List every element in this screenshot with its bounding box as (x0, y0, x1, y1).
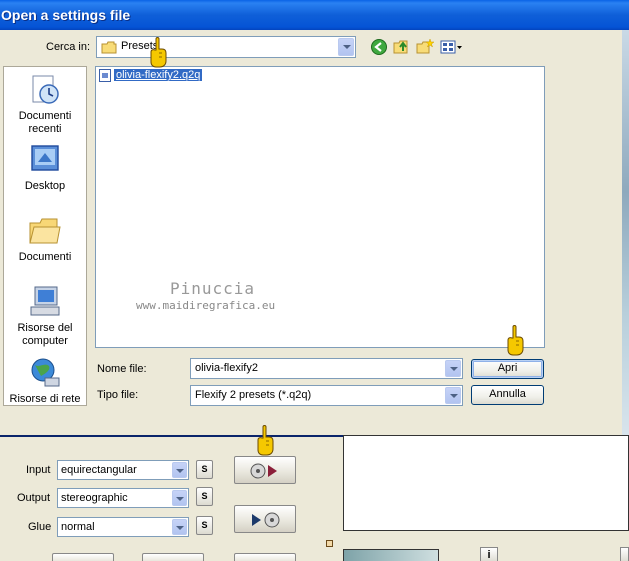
place-recent-documents[interactable]: Documenti recenti (4, 73, 86, 136)
glue-s-button[interactable]: S (196, 516, 213, 535)
partial-button-3[interactable] (234, 553, 296, 561)
preview-area (343, 435, 629, 531)
place-label: Desktop (24, 180, 66, 192)
place-label: Documenti (18, 251, 72, 263)
input-value: equirectangular (61, 464, 137, 476)
places-bar: Documenti recenti Desktop Documenti Riso… (3, 66, 87, 406)
output-s-button[interactable]: S (196, 487, 213, 506)
partial-right-button[interactable] (620, 547, 629, 561)
documents-folder-icon (29, 218, 61, 244)
chevron-down-icon[interactable] (172, 462, 187, 478)
info-button[interactable]: i (480, 547, 498, 561)
load-preset-button[interactable] (234, 456, 296, 484)
output-select[interactable]: stereographic (57, 488, 189, 508)
partial-button-2[interactable] (142, 553, 204, 561)
place-label: Risorse del computer (17, 322, 73, 347)
filetype-value: Flexify 2 presets (*.q2q) (195, 389, 312, 401)
chevron-down-icon[interactable] (338, 38, 354, 56)
save-preset-button[interactable] (234, 505, 296, 533)
watermark-url: www.maidiregrafica.eu (136, 299, 276, 312)
filename-field[interactable]: olivia-flexify2 (190, 358, 463, 379)
filetype-select[interactable]: Flexify 2 presets (*.q2q) (190, 385, 463, 406)
network-icon (31, 358, 60, 387)
file-icon (99, 69, 111, 82)
place-network[interactable]: Risorse di rete (4, 356, 86, 406)
input-label: Input (26, 464, 51, 476)
watermark-title: Pinuccia (170, 279, 256, 298)
chevron-down-icon[interactable] (172, 490, 187, 506)
list-item[interactable]: olivia-flexify2.q2q (99, 68, 204, 84)
title-bar: Open a settings file (0, 0, 629, 30)
output-value: stereographic (61, 492, 128, 504)
output-label: Output (17, 492, 51, 504)
lookin-label: Cerca in: (46, 41, 91, 53)
file-name: olivia-flexify2.q2q (112, 68, 204, 83)
chevron-down-icon[interactable] (172, 519, 187, 535)
glue-value: normal (61, 521, 95, 533)
place-label: Documenti recenti (18, 110, 72, 135)
view-menu-icon[interactable] (440, 38, 464, 56)
partial-button-1[interactable] (52, 553, 114, 561)
lookin-combo[interactable]: Presets (96, 36, 356, 58)
folder-icon (101, 41, 117, 54)
place-desktop[interactable]: Desktop (4, 143, 86, 193)
pointer-hand-icon (507, 325, 524, 356)
disk-save-icon (252, 512, 280, 528)
glue-select[interactable]: normal (57, 517, 189, 537)
recent-documents-icon (32, 75, 59, 104)
cancel-button[interactable]: Annulla (471, 385, 544, 405)
disk-load-icon (250, 463, 277, 479)
desktop-icon (31, 145, 59, 171)
input-s-button[interactable]: S (196, 460, 213, 479)
place-my-computer[interactable]: Risorse del computer (4, 285, 86, 348)
input-select[interactable]: equirectangular (57, 460, 189, 480)
glue-label: Glue (28, 521, 52, 533)
place-documents[interactable]: Documenti (4, 214, 86, 264)
my-computer-icon (30, 286, 60, 316)
background-window-edge (622, 30, 629, 435)
filetype-label: Tipo file: (97, 389, 139, 401)
chevron-down-icon[interactable] (445, 387, 461, 404)
thumbnail-preview (343, 549, 439, 561)
filename-label: Nome file: (97, 363, 147, 375)
handle-square[interactable] (326, 540, 333, 547)
place-label: Risorse di rete (9, 393, 81, 405)
open-button[interactable]: Apri (471, 359, 544, 379)
window-title: Open a settings file (1, 7, 131, 23)
filename-value: olivia-flexify2 (195, 362, 258, 374)
back-icon[interactable] (370, 38, 388, 56)
pointer-hand-icon (257, 425, 274, 456)
up-folder-icon[interactable] (393, 38, 411, 56)
chevron-down-icon[interactable] (445, 360, 461, 377)
new-folder-icon[interactable] (416, 38, 434, 56)
pointer-hand-icon (150, 37, 167, 68)
